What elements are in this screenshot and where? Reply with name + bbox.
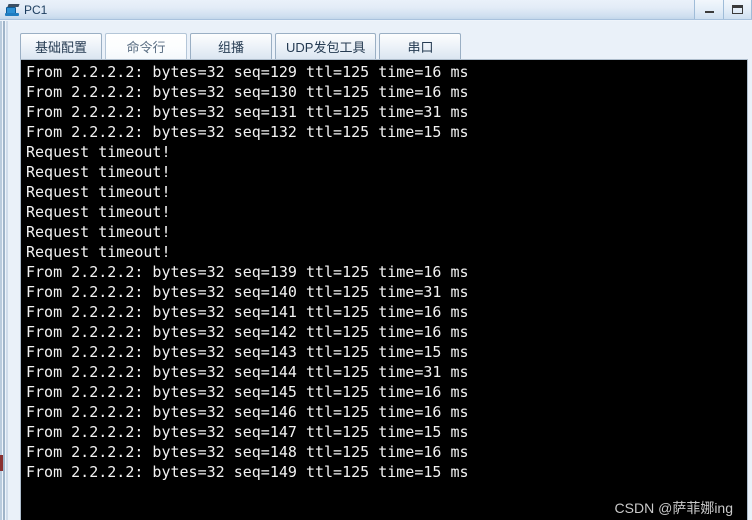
terminal-line: Request timeout!: [26, 183, 171, 201]
terminal-line: From 2.2.2.2: bytes=32 seq=144 ttl=125 t…: [26, 363, 469, 381]
window-edge-marker: [0, 455, 3, 471]
terminal-line: From 2.2.2.2: bytes=32 seq=148 ttl=125 t…: [26, 443, 469, 461]
title-bar[interactable]: PC1: [0, 0, 752, 20]
terminal-line: From 2.2.2.2: bytes=32 seq=142 ttl=125 t…: [26, 323, 469, 341]
terminal-line: From 2.2.2.2: bytes=32 seq=143 ttl=125 t…: [26, 343, 469, 361]
tab-multicast[interactable]: 组播: [190, 33, 272, 59]
maximize-button[interactable]: [723, 0, 752, 19]
tab-basic-config[interactable]: 基础配置: [20, 33, 102, 59]
terminal-panel[interactable]: From 2.2.2.2: bytes=32 seq=129 ttl=125 t…: [20, 59, 748, 520]
terminal-line: Request timeout!: [26, 223, 171, 241]
terminal-output[interactable]: From 2.2.2.2: bytes=32 seq=129 ttl=125 t…: [26, 62, 745, 520]
terminal-line: From 2.2.2.2: bytes=32 seq=147 ttl=125 t…: [26, 423, 469, 441]
tab-serial-port[interactable]: 串口: [379, 33, 462, 59]
terminal-line: Request timeout!: [26, 143, 171, 161]
tab-label: 组播: [217, 40, 244, 55]
terminal-line: Request timeout!: [26, 163, 171, 181]
window-title: PC1: [24, 3, 48, 17]
tab-label: 基础配置: [34, 40, 87, 55]
terminal-line: Request timeout!: [26, 243, 171, 261]
tab-label: 命令行: [126, 40, 166, 55]
window-controls: [694, 0, 752, 19]
tab-udp-tool[interactable]: UDP发包工具: [275, 33, 377, 59]
terminal-line: From 2.2.2.2: bytes=32 seq=129 ttl=125 t…: [26, 63, 469, 81]
minimize-button[interactable]: [694, 0, 723, 19]
tab-bar: 基础配置 命令行 组播 UDP发包工具 串口: [20, 32, 464, 59]
maximize-icon: [732, 5, 743, 14]
pc-icon: [5, 3, 20, 17]
terminal-line: Request timeout!: [26, 203, 171, 221]
window-client-area: 基础配置 命令行 组播 UDP发包工具 串口 From 2.2.2.2: byt…: [8, 21, 752, 520]
terminal-line: From 2.2.2.2: bytes=32 seq=149 ttl=125 t…: [26, 463, 469, 481]
terminal-line: From 2.2.2.2: bytes=32 seq=139 ttl=125 t…: [26, 263, 469, 281]
terminal-line: From 2.2.2.2: bytes=32 seq=131 ttl=125 t…: [26, 103, 469, 121]
terminal-line: From 2.2.2.2: bytes=32 seq=140 ttl=125 t…: [26, 283, 469, 301]
tab-label: UDP发包工具: [286, 40, 366, 55]
pc1-window: PC1 基础配置 命令行 组播 UDP发包工具 串口 From 2.2.2.2:…: [0, 0, 752, 520]
tab-label: 串口: [407, 40, 434, 55]
terminal-line: From 2.2.2.2: bytes=32 seq=141 ttl=125 t…: [26, 303, 469, 321]
terminal-line: From 2.2.2.2: bytes=32 seq=146 ttl=125 t…: [26, 403, 469, 421]
tab-command-line[interactable]: 命令行: [105, 33, 187, 59]
window-edge-middle: [3, 21, 5, 520]
title-bar-left: PC1: [5, 0, 47, 20]
window-edge-outer: [0, 21, 2, 520]
minimize-icon: [704, 11, 714, 13]
terminal-line: From 2.2.2.2: bytes=32 seq=130 ttl=125 t…: [26, 83, 469, 101]
terminal-line: From 2.2.2.2: bytes=32 seq=132 ttl=125 t…: [26, 123, 469, 141]
terminal-line: From 2.2.2.2: bytes=32 seq=145 ttl=125 t…: [26, 383, 469, 401]
